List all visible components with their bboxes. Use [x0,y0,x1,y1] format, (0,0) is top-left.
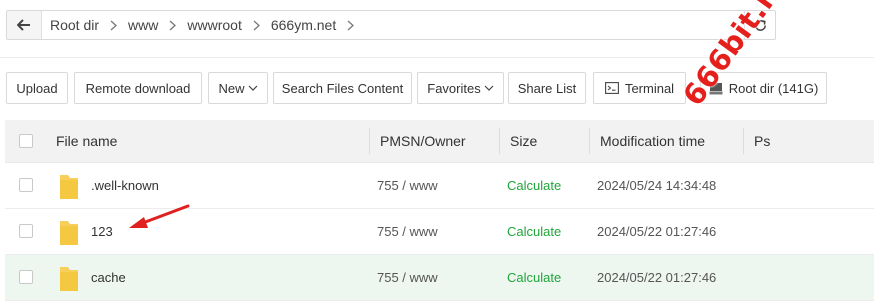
calculate-size-link[interactable]: Calculate [507,224,561,239]
favorites-button[interactable]: Favorites [417,72,504,104]
share-list-label: Share List [517,80,577,96]
annotation-arrow-icon [129,204,190,228]
chevron-down-icon [248,85,258,91]
file-permission[interactable]: 755 / www [377,224,438,239]
favorites-label: Favorites [427,80,481,96]
file-name[interactable]: 123 [91,224,113,239]
path-bar: Root dir www wwwroot 666ym.net [6,10,776,40]
chevron-down-icon [484,85,494,91]
upload-label: Upload [16,80,58,96]
chevron-right-icon [169,20,177,31]
chevron-right-icon [253,20,260,31]
file-permission[interactable]: 755 / www [377,178,438,193]
crumb-site[interactable]: 666ym.net [271,17,365,33]
column-divider [743,128,744,154]
table-header: File name PMSN/Owner Size Modification t… [5,120,874,163]
breadcrumb: Root dir www wwwroot 666ym.net [42,11,744,39]
column-divider [499,128,500,154]
file-mtime: 2024/05/24 14:34:48 [597,178,717,193]
header-label: Size [510,133,538,149]
header-label: PMSN/Owner [380,133,466,149]
remote-download-button[interactable]: Remote download [74,72,202,104]
column-divider [369,128,370,154]
file-permission[interactable]: 755 / www [377,270,438,285]
header-permission[interactable]: PMSN/Owner [380,120,466,162]
header-label: File name [56,133,118,149]
upload-button[interactable]: Upload [6,72,68,104]
calculate-size-link[interactable]: Calculate [507,178,561,193]
header-ps[interactable]: Ps [754,120,770,162]
crumb-label: wwwroot [187,17,242,33]
remote-download-label: Remote download [85,80,191,96]
header-label: Ps [754,133,771,149]
root-dir-label: Root dir (141G) [728,80,819,96]
terminal-label: Terminal [624,80,675,96]
chevron-right-icon [347,20,355,31]
header-modification-time[interactable]: Modification time [600,120,705,162]
back-button[interactable] [7,11,42,39]
file-name[interactable]: .well-known [91,178,159,193]
folder-icon [60,267,78,291]
row-checkbox[interactable] [19,270,33,284]
crumb-wwwroot[interactable]: wwwroot [187,17,270,33]
crumb-label: 666ym.net [270,17,337,33]
header-size[interactable]: Size [510,120,537,162]
calculate-size-link[interactable]: Calculate [507,270,561,285]
crumb-label: Root dir [50,17,100,33]
file-mtime: 2024/05/22 01:27:46 [597,270,717,285]
row-checkbox[interactable] [19,224,33,238]
search-files-button[interactable]: Search Files Content [273,72,412,104]
row-checkbox[interactable] [19,178,33,192]
header-file-name[interactable]: File name [56,120,117,162]
crumb-label: www [128,17,159,33]
new-label: New [218,80,245,96]
arrow-left-icon [17,19,30,31]
share-list-button[interactable]: Share List [508,72,586,104]
crumb-root[interactable]: Root dir [50,17,128,33]
select-all-checkbox[interactable] [19,134,33,148]
terminal-button[interactable]: Terminal [593,72,686,104]
table-row[interactable]: cache 755 / www Calculate 2024/05/22 01:… [5,255,874,301]
file-mtime: 2024/05/22 01:27:46 [597,224,717,239]
crumb-www[interactable]: www [128,17,187,33]
terminal-icon [604,82,619,94]
column-divider [589,128,590,154]
header-label: Modification time [600,133,706,149]
chevron-right-icon [110,20,118,31]
search-files-label: Search Files Content [281,80,404,96]
new-button[interactable]: New [208,72,268,104]
folder-icon [60,221,78,245]
file-name[interactable]: cache [91,270,126,285]
folder-icon [60,175,78,199]
